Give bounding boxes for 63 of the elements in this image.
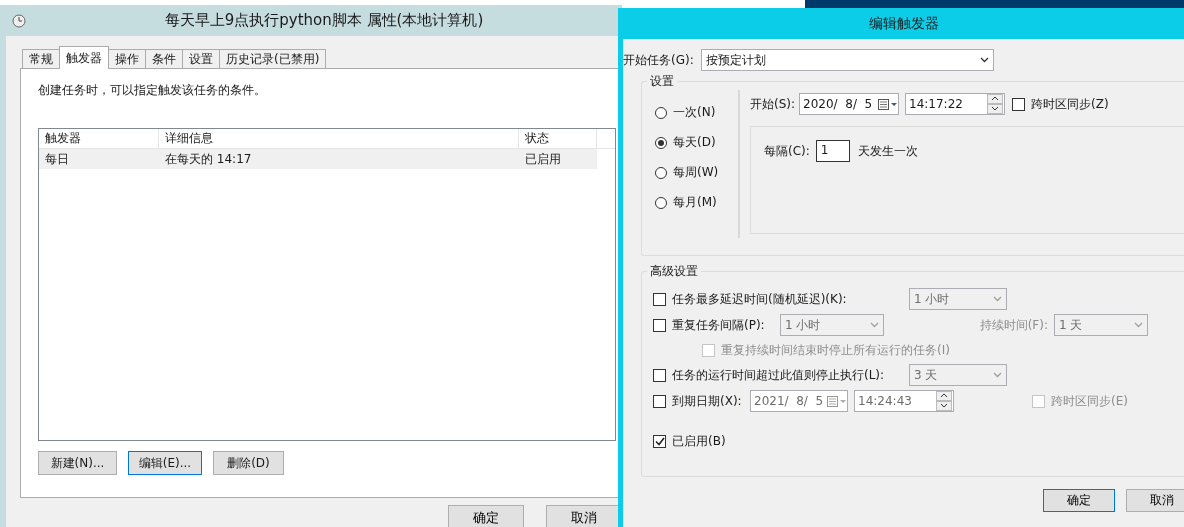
- table-cell-text: 在每天的 14:17: [164, 150, 253, 168]
- clock-icon: [12, 13, 26, 28]
- tab[interactable]: 触发器: [59, 46, 109, 69]
- radio-button[interactable]: [655, 136, 667, 149]
- checkbox-label: 重复持续时间结束时停止所有运行的任务(I): [721, 341, 950, 359]
- checkbox[interactable]: [653, 368, 666, 382]
- table-cell-text: 每日: [44, 150, 70, 168]
- tab[interactable]: 历史记录(已禁用): [219, 49, 327, 69]
- column-header[interactable]: 状态: [519, 129, 597, 148]
- checkbox[interactable]: [653, 434, 666, 448]
- dialog-button[interactable]: 确定: [448, 505, 524, 527]
- radio-button[interactable]: [655, 196, 667, 209]
- duration-dropdown[interactable]: 1 天: [1054, 314, 1148, 336]
- dropdown-caret-icon[interactable]: [979, 57, 989, 63]
- table-row[interactable]: 每日 在每天的 14:17 已启用: [39, 149, 597, 169]
- checkbox-label: 任务最多延迟时间(随机延迟)(K):: [672, 290, 847, 308]
- checkbox[interactable]: [1012, 97, 1026, 111]
- dialog-button[interactable]: 确定: [1043, 489, 1115, 512]
- calendar-icon[interactable]: [878, 98, 899, 110]
- repeat-dropdown[interactable]: 1 小时: [780, 314, 884, 336]
- radio-label: 每月(M): [673, 194, 717, 211]
- expire-time-field[interactable]: 14:24:43: [854, 390, 954, 412]
- action-button[interactable]: 新建(N)...: [38, 451, 117, 475]
- checkbox-label: 跨时区同步(Z): [1031, 95, 1109, 113]
- start-task-dropdown[interactable]: 按预定计划: [700, 49, 994, 71]
- delay-dropdown[interactable]: 1 小时: [909, 288, 1007, 310]
- dialog-title: 编辑触发器: [868, 14, 939, 33]
- radio-label: 每天(D): [673, 134, 716, 151]
- action-button[interactable]: 删除(D): [213, 451, 284, 475]
- checkbox[interactable]: [653, 394, 666, 408]
- table-cell-text: 已启用: [524, 150, 562, 168]
- recur-unit: 天发生一次: [857, 142, 918, 160]
- checkbox-label: 跨时区同步(E): [1051, 392, 1128, 410]
- checkbox-label: 重复任务间隔(P):: [672, 316, 765, 334]
- checkbox-label: 已启用(B): [672, 432, 726, 450]
- checkbox[interactable]: [653, 318, 666, 332]
- checkbox[interactable]: [653, 292, 666, 306]
- start-date-field[interactable]: 2020/ 8/ 5: [799, 93, 900, 115]
- column-header[interactable]: 触发器: [39, 129, 159, 148]
- tab[interactable]: 常规: [22, 49, 60, 69]
- dialog-button[interactable]: 取消: [1126, 489, 1184, 512]
- radio-label: 每周(W): [673, 164, 719, 181]
- recur-label: 每隔(C):: [764, 142, 810, 160]
- group-label: 设置: [647, 73, 677, 90]
- spin-buttons[interactable]: [987, 94, 1004, 114]
- radio-button[interactable]: [655, 106, 667, 119]
- expire-date-field[interactable]: 2021/ 8/ 5: [750, 390, 848, 412]
- group-label: 高级设置: [647, 263, 701, 280]
- radio-label: 一次(N): [673, 104, 716, 121]
- checkbox-label: 任务的运行时间超过此值则停止执行(L):: [672, 366, 885, 384]
- start-task-label: 开始任务(G):: [623, 51, 694, 69]
- checkbox-label: 到期日期(X):: [672, 392, 742, 410]
- window-title: 每天早上9点执行python脚本 属性(本地计算机): [163, 11, 485, 30]
- duration-label: 持续时间(F):: [979, 316, 1048, 334]
- stop-after-dropdown[interactable]: 3 天: [909, 364, 1007, 386]
- start-time-field[interactable]: 14:17:22: [905, 93, 1006, 115]
- description-text: 创建任务时，可以指定触发该任务的条件。: [38, 82, 267, 99]
- column-header[interactable]: 详细信息: [159, 129, 519, 148]
- radio-button[interactable]: [655, 166, 667, 179]
- recur-input[interactable]: 1: [815, 140, 850, 162]
- start-label: 开始(S):: [750, 95, 796, 113]
- spin-buttons[interactable]: [936, 391, 952, 411]
- action-button[interactable]: 编辑(E)...: [128, 451, 202, 475]
